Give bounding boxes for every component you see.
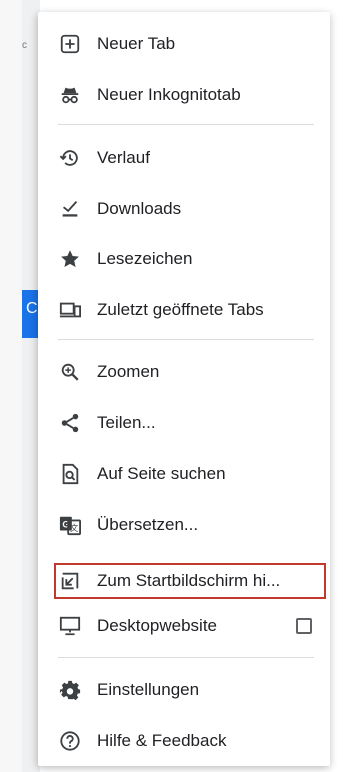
add-to-home-icon [58, 569, 82, 593]
background-text-fragment: c [22, 40, 27, 51]
menu-divider [58, 339, 314, 340]
zoom-icon [58, 360, 82, 384]
menu-item-label: Übersetzen... [97, 515, 199, 534]
menu-item-label: Hilfe & Feedback [97, 731, 227, 750]
svg-text:文: 文 [70, 523, 78, 533]
translate-icon: G文 [58, 513, 82, 537]
menu-item-label: Teilen... [97, 413, 156, 432]
overflow-menu: Neuer Tab Neuer Inkognitotab Verlauf Dow… [38, 12, 330, 766]
download-icon [58, 197, 82, 221]
menu-item-label: Auf Seite suchen [97, 464, 226, 483]
recent-tabs-icon [58, 298, 82, 322]
menu-item-desktop-site[interactable]: Desktopwebsite [38, 604, 330, 648]
menu-item-label: Neuer Inkognitotab [97, 85, 241, 104]
menu-item-label: Zoomen [97, 362, 160, 381]
menu-item-label: Neuer Tab [97, 34, 176, 53]
menu-item-new-incognito-tab[interactable]: Neuer Inkognitotab [38, 73, 330, 117]
share-icon [58, 411, 82, 435]
menu-divider [58, 657, 314, 658]
menu-item-add-to-home-screen[interactable]: Zum Startbildschirm hi... [38, 559, 330, 603]
find-in-page-icon [58, 462, 82, 486]
menu-item-help-feedback[interactable]: Hilfe & Feedback [38, 719, 330, 763]
menu-item-zoom[interactable]: Zoomen [38, 350, 330, 394]
menu-item-translate[interactable]: G文 Übersetzen... [38, 503, 330, 547]
menu-item-history[interactable]: Verlauf [38, 136, 330, 180]
menu-divider [58, 124, 314, 125]
menu-item-label: Downloads [97, 199, 182, 218]
menu-item-new-tab[interactable]: Neuer Tab [38, 22, 330, 66]
menu-item-recent-tabs[interactable]: Zuletzt geöffnete Tabs [38, 288, 330, 332]
desktop-icon [58, 614, 82, 638]
help-icon [58, 729, 82, 753]
incognito-icon [58, 83, 82, 107]
new-tab-icon [58, 32, 82, 56]
menu-item-bookmarks[interactable]: Lesezeichen [38, 237, 330, 281]
menu-item-label: Lesezeichen [97, 249, 193, 268]
star-icon [58, 247, 82, 271]
background-bar-letter: C [26, 300, 38, 317]
menu-item-label: Einstellungen [97, 680, 200, 699]
gear-icon [58, 678, 82, 702]
menu-item-label: Verlauf [97, 148, 150, 167]
menu-item-settings[interactable]: Einstellungen [38, 668, 330, 712]
menu-item-downloads[interactable]: Downloads [38, 187, 330, 231]
menu-item-label: Desktopwebsite [97, 616, 218, 635]
menu-item-find-in-page[interactable]: Auf Seite suchen [38, 452, 330, 496]
desktop-site-checkbox[interactable] [296, 618, 312, 634]
menu-item-label: Zum Startbildschirm hi... [97, 571, 281, 590]
menu-item-label: Zuletzt geöffnete Tabs [97, 300, 264, 319]
history-icon [58, 146, 82, 170]
menu-item-share[interactable]: Teilen... [38, 401, 330, 445]
